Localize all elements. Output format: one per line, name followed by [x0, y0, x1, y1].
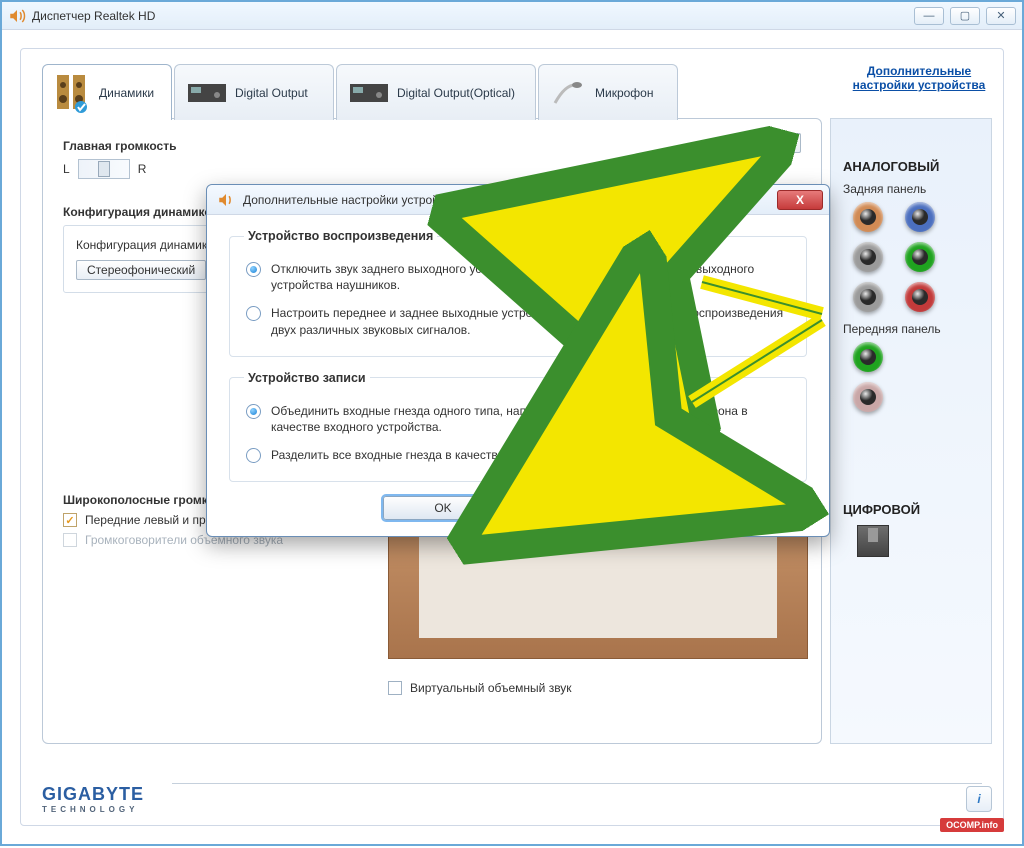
vendor-brand-name: GIGABYTE — [42, 784, 144, 804]
device-tabs: Динамики Digital Output Digital Output(O… — [42, 64, 678, 120]
front-jack-grid — [843, 342, 979, 412]
vendor-brand-sub: TECHNOLOGY — [42, 805, 144, 814]
dialog-title: Дополнительные настройки устройства — [243, 193, 463, 207]
vendor-brand: GIGABYTE TECHNOLOGY — [42, 784, 144, 814]
balance-right-label: R — [138, 162, 147, 176]
amplifier-icon — [349, 81, 389, 105]
amplifier-icon — [187, 81, 227, 105]
jack-front-pink[interactable] — [853, 382, 883, 412]
jack-rear-black[interactable] — [853, 282, 883, 312]
record-option-1-label: Объединить входные гнезда одного типа, н… — [271, 403, 790, 435]
jack-rear-red[interactable] — [905, 282, 935, 312]
ok-button[interactable]: OK — [383, 496, 503, 520]
playback-option-dual-stream[interactable]: Настроить переднее и заднее выходные уст… — [244, 299, 792, 343]
tab-digital-output[interactable]: Digital Output — [174, 64, 334, 120]
additional-settings-link[interactable]: Дополнительные настройки устройства — [844, 64, 994, 92]
jack-rear-blue[interactable] — [905, 202, 935, 232]
tab-speakers-label: Динамики — [99, 86, 154, 100]
jack-rear-orange[interactable] — [853, 202, 883, 232]
advanced-settings-dialog: Дополнительные настройки устройства X Ус… — [206, 184, 830, 537]
tab-digital-optical[interactable]: Digital Output(Optical) — [336, 64, 536, 120]
tab-mic-label: Микрофон — [595, 86, 653, 100]
playback-option-1-label: Отключить звук заднего выходного устройс… — [271, 261, 790, 293]
balance-slider[interactable] — [78, 159, 130, 179]
dialog-title-bar: Дополнительные настройки устройства X — [207, 185, 829, 215]
playback-legend: Устройство воспроизведения — [244, 229, 437, 243]
virtual-surround-checkbox[interactable]: Виртуальный объемный звук — [388, 681, 572, 695]
speaker-config-dropdown[interactable]: Стереофонический — [76, 260, 206, 280]
tab-speakers[interactable]: Динамики — [42, 64, 172, 120]
playback-device-group: Устройство воспроизведения Отключить зву… — [229, 229, 807, 357]
jack-rear-green[interactable] — [905, 242, 935, 272]
checkbox-icon — [63, 513, 77, 527]
close-button[interactable]: ✕ — [986, 7, 1016, 25]
speaker-icon — [217, 191, 235, 209]
digital-out-icon[interactable] — [857, 525, 889, 557]
rear-panel-label: Задняя панель — [843, 182, 979, 196]
master-volume-title: Главная громкость — [63, 139, 801, 153]
radio-icon — [246, 404, 261, 419]
tab-microphone[interactable]: Микрофон — [538, 64, 678, 120]
maximize-button[interactable]: ▢ — [950, 7, 980, 25]
dialog-close-button[interactable]: X — [777, 190, 823, 210]
footer: GIGABYTE TECHNOLOGY i — [42, 784, 992, 814]
playback-option-mute-rear[interactable]: Отключить звук заднего выходного устройс… — [244, 255, 792, 299]
record-option-merge[interactable]: Объединить входные гнезда одного типа, н… — [244, 397, 792, 441]
cancel-button[interactable]: Отмена — [533, 496, 653, 520]
checkbox-icon — [63, 533, 77, 547]
digital-heading: ЦИФРОВОЙ — [843, 502, 979, 517]
playback-option-2-label: Настроить переднее и заднее выходные уст… — [271, 305, 790, 337]
speakers-icon — [55, 73, 91, 113]
window-title: Диспетчер Realtek HD — [32, 9, 155, 23]
rear-jack-grid — [843, 202, 979, 312]
analog-heading: АНАЛОГОВЫЙ — [843, 159, 979, 174]
record-option-separate[interactable]: Разделить все входные гнезда в качестве … — [244, 441, 792, 469]
window-title-bar: Диспетчер Realtek HD — ▢ ✕ — [2, 2, 1022, 30]
checkbox-icon — [388, 681, 402, 695]
connector-panel: АНАЛОГОВЫЙ Задняя панель Передняя панель… — [830, 118, 992, 744]
jack-front-green[interactable] — [853, 342, 883, 372]
watermark-badge: OCOMP.info — [940, 818, 1004, 832]
record-option-2-label: Разделить все входные гнезда в качестве … — [271, 447, 694, 463]
recording-device-group: Устройство записи Объединить входные гне… — [229, 371, 807, 483]
microphone-icon — [551, 79, 587, 107]
tab-optical-label: Digital Output(Optical) — [397, 86, 515, 100]
speaker-icon — [8, 7, 26, 25]
front-panel-label: Передняя панель — [843, 322, 979, 336]
radio-icon — [246, 306, 261, 321]
radio-icon — [246, 262, 261, 277]
info-button[interactable]: i — [966, 786, 992, 812]
tab-digital-label: Digital Output — [235, 86, 308, 100]
jack-rear-grey[interactable] — [853, 242, 883, 272]
virtual-surround-label: Виртуальный объемный звук — [410, 681, 572, 695]
radio-icon — [246, 448, 261, 463]
minimize-button[interactable]: — — [914, 7, 944, 25]
record-legend: Устройство записи — [244, 371, 370, 385]
set-default-button[interactable]: Задать — [740, 133, 801, 153]
balance-left-label: L — [63, 162, 70, 176]
